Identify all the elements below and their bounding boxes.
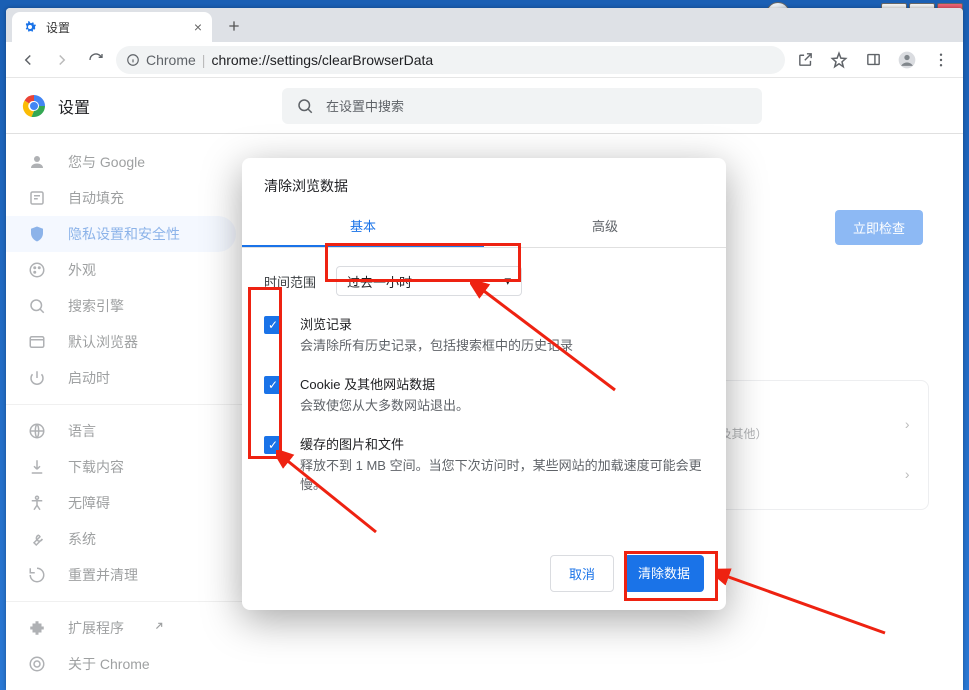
tab-close-icon[interactable]: × <box>194 19 202 35</box>
select-value: 过去一小时 <box>347 272 412 291</box>
reload-button[interactable] <box>82 46 110 74</box>
option-desc: 会致使您从大多数网站退出。 <box>300 395 469 414</box>
clear-data-option: ✓ 缓存的图片和文件释放不到 1 MB 空间。当您下次访问时，某些网站的加载速度可… <box>242 424 726 503</box>
bookmark-icon[interactable] <box>825 46 853 74</box>
settings-search-input[interactable]: 在设置中搜索 <box>282 88 762 124</box>
tab-strip: 设置 × <box>6 8 963 42</box>
clear-data-option: ✓ Cookie 及其他网站数据会致使您从大多数网站退出。 <box>242 364 726 424</box>
side-panel-icon[interactable] <box>859 46 887 74</box>
chrome-info-icon <box>126 53 140 67</box>
cancel-button[interactable]: 取消 <box>550 555 614 592</box>
checkbox[interactable]: ✓ <box>264 316 282 334</box>
url-text: chrome://settings/clearBrowserData <box>211 52 433 68</box>
back-button[interactable] <box>14 46 42 74</box>
checkbox[interactable]: ✓ <box>264 436 282 454</box>
time-range-select[interactable]: 过去一小时 ▾ <box>336 266 522 296</box>
address-bar[interactable]: Chrome | chrome://settings/clearBrowserD… <box>116 46 785 74</box>
dialog-tabs: 基本 高级 <box>242 206 726 248</box>
option-title: 浏览记录 <box>300 314 573 333</box>
option-desc: 会清除所有历史记录，包括搜索框中的历史记录 <box>300 335 573 354</box>
profile-icon[interactable] <box>893 46 921 74</box>
url-scheme: Chrome <box>146 52 196 68</box>
option-title: 缓存的图片和文件 <box>300 434 704 453</box>
browser-toolbar: Chrome | chrome://settings/clearBrowserD… <box>6 42 963 78</box>
tab-basic[interactable]: 基本 <box>242 206 484 247</box>
search-placeholder: 在设置中搜索 <box>326 96 404 115</box>
page-title: 设置 <box>58 94 90 118</box>
option-title: Cookie 及其他网站数据 <box>300 374 469 393</box>
menu-icon[interactable] <box>927 46 955 74</box>
clear-data-dialog: 清除浏览数据 基本 高级 时间范围 过去一小时 ▾ ✓ 浏览记录会清除所有历史记录… <box>242 158 726 610</box>
gear-icon <box>22 19 38 35</box>
chevron-down-icon: ▾ <box>504 273 511 289</box>
new-tab-button[interactable] <box>220 12 248 40</box>
browser-tab[interactable]: 设置 × <box>12 12 212 42</box>
chrome-logo-icon <box>22 94 46 118</box>
tab-title: 设置 <box>46 19 70 36</box>
clear-data-button[interactable]: 清除数据 <box>624 555 704 592</box>
option-desc: 释放不到 1 MB 空间。当您下次访问时，某些网站的加载速度可能会更慢。 <box>300 455 704 493</box>
dialog-title: 清除浏览数据 <box>242 158 726 206</box>
search-icon <box>296 97 314 115</box>
tab-advanced[interactable]: 高级 <box>484 206 726 247</box>
clear-data-option: ✓ 浏览记录会清除所有历史记录，包括搜索框中的历史记录 <box>242 304 726 364</box>
settings-header: 设置 在设置中搜索 <box>6 78 963 134</box>
checkbox[interactable]: ✓ <box>264 376 282 394</box>
time-range-label: 时间范围 <box>264 272 316 291</box>
share-icon[interactable] <box>791 46 819 74</box>
forward-button[interactable] <box>48 46 76 74</box>
